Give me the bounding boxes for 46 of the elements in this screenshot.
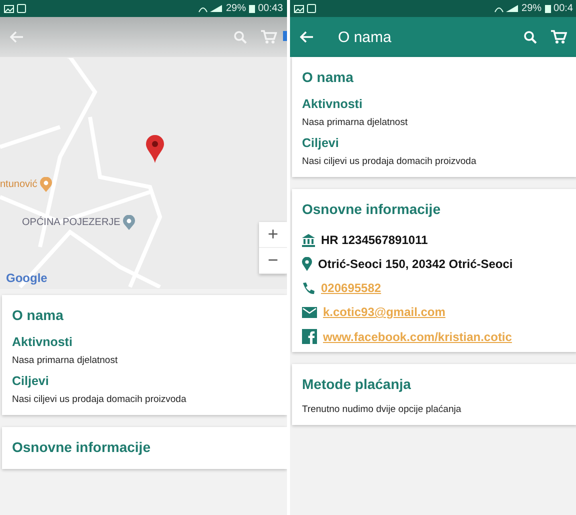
info-text: Otrić-Seoci 150, 20342 Otrić-Seoci: [318, 257, 513, 271]
place-label[interactable]: OPĆINA POJEZERJE: [22, 217, 120, 228]
place-marker-icon[interactable]: [40, 177, 52, 192]
bank-icon: [302, 234, 315, 246]
battery-icon: [248, 4, 255, 13]
search-icon[interactable]: [524, 30, 537, 44]
back-arrow-icon[interactable]: [300, 31, 314, 43]
mail-icon: [302, 306, 317, 318]
image-notification-icon: [294, 4, 304, 12]
section-text: Trenutno nudimo dvije opcije plaćanja: [302, 404, 462, 415]
section-heading: Ciljevi: [302, 136, 340, 150]
section-heading: Aktivnosti: [302, 97, 364, 111]
section-text: Nasi ciljevi us prodaja domacih proizvoda: [302, 156, 478, 167]
battery-icon: [544, 4, 551, 13]
location-pin-icon: [302, 257, 312, 271]
screenshot-notification-icon: [307, 4, 316, 13]
section-heading: Aktivnosti: [12, 335, 74, 349]
clock-time: 00:43: [258, 3, 283, 14]
place-marker-icon[interactable]: [123, 215, 136, 230]
facebook-icon: [302, 329, 317, 344]
cart-icon[interactable]: [551, 30, 567, 44]
map-view[interactable]: ntunović OPĆINA POJEZERJE Google + −: [0, 17, 287, 289]
zoom-button[interactable]: +: [259, 222, 287, 248]
image-notification-icon: [4, 4, 14, 12]
battery-percent: 29%: [226, 3, 246, 14]
section-text: Nasa primarna djelatnost: [302, 117, 409, 128]
signal-icon: [492, 4, 519, 13]
info-text: HR 1234567891011: [321, 233, 428, 247]
section-heading: Ciljevi: [12, 374, 50, 388]
toolbar-title: O nama: [338, 28, 392, 46]
battery-percent: 29%: [522, 3, 542, 14]
screenshot-notification-icon: [17, 4, 26, 13]
card-title: Metode plaćanja: [302, 376, 412, 392]
card-title: O nama: [12, 307, 64, 323]
card-title: O nama: [302, 69, 354, 85]
phone-icon: [302, 282, 315, 294]
clock-time: 00:4: [554, 3, 573, 14]
cart-badge: [283, 31, 287, 41]
signal-icon: [196, 4, 223, 13]
section-text: Nasa primarna djelatnost: [12, 355, 119, 366]
card-title: Osnovne informacije: [302, 201, 442, 217]
zoom-button[interactable]: −: [259, 248, 287, 274]
section-text: Nasi ciljevi us prodaja domacih proizvoda: [12, 394, 188, 405]
map-pin-icon[interactable]: [146, 135, 164, 163]
map-credit-logo: Google: [6, 271, 48, 285]
card-title: Osnovne informacije: [12, 439, 152, 455]
